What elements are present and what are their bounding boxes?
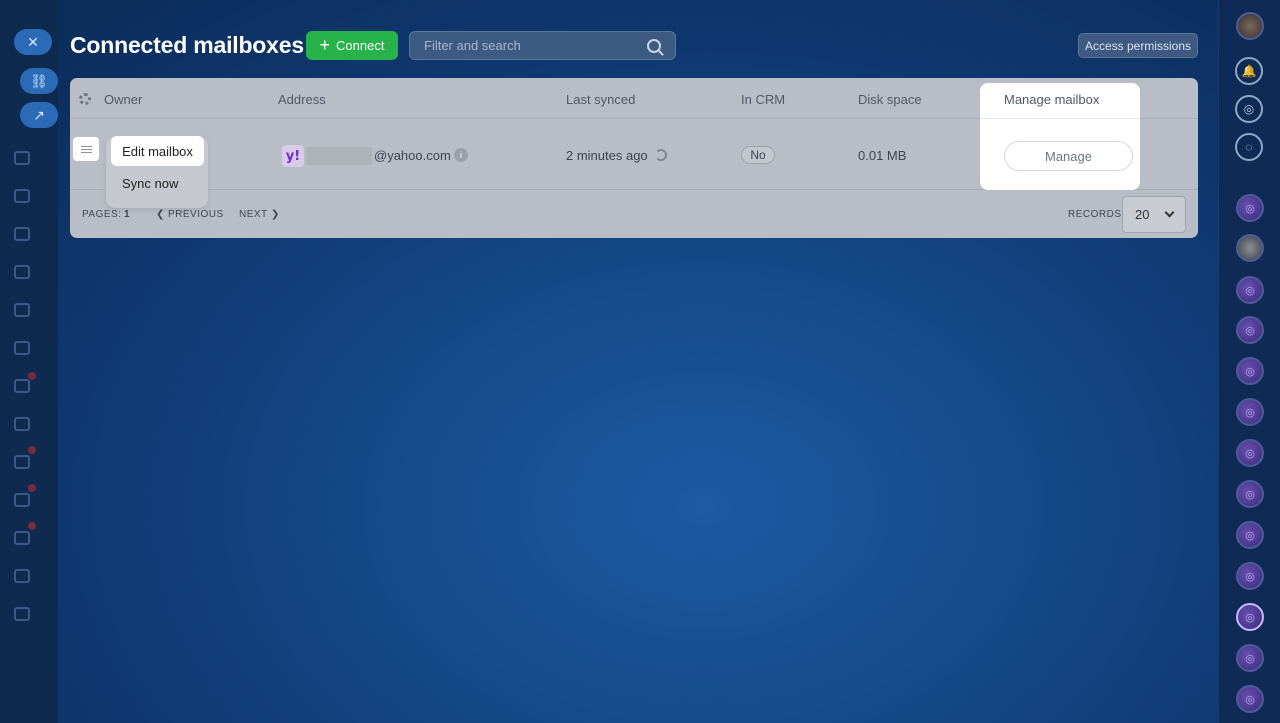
left-sidebar: ✕ ⛓ ↗ (0, 0, 58, 723)
chat-avatar[interactable]: ◎ (1236, 562, 1264, 590)
records-select[interactable]: 20 (1122, 196, 1186, 233)
drive-icon (14, 341, 30, 355)
user-avatar[interactable] (1236, 12, 1264, 40)
sites-icon (14, 569, 30, 583)
sidebar-item[interactable] (14, 300, 58, 320)
bell-icon[interactable]: 🔔 (1235, 57, 1263, 85)
notification-badge (28, 446, 36, 454)
sidebar-item[interactable] (14, 224, 58, 244)
nav-icon (14, 189, 30, 203)
column-header-address[interactable]: Address (278, 92, 326, 107)
copilot-icon[interactable]: ◎ (1235, 95, 1263, 123)
column-header-manage-mailbox: Manage mailbox (1004, 92, 1100, 107)
column-header-owner[interactable]: Owner (104, 92, 142, 107)
notification-badge (28, 372, 36, 380)
close-panel-button[interactable]: ✕ (14, 29, 52, 55)
column-header-in-crm[interactable]: In CRM (741, 92, 785, 107)
grid-footer: PAGES: 1 ❮ PREVIOUS NEXT ❯ RECORDS: 20 (70, 190, 1198, 238)
notification-badge (28, 522, 36, 530)
info-icon[interactable]: i (454, 148, 468, 162)
users-icon (14, 417, 30, 431)
document-icon (14, 265, 30, 279)
search-box[interactable] (409, 31, 676, 60)
sidebar-item[interactable] (14, 186, 58, 206)
notification-badge (28, 484, 36, 492)
copy-link-button[interactable]: ⛓ (20, 68, 58, 94)
feed-icon (14, 151, 30, 165)
chat-avatar[interactable]: ◎ (1236, 276, 1264, 304)
divider (980, 118, 1140, 119)
column-header-disk-space[interactable]: Disk space (858, 92, 922, 107)
manage-button[interactable]: Manage (1004, 141, 1133, 171)
chevron-down-icon (1164, 207, 1175, 218)
yahoo-logo: y! (282, 145, 304, 167)
right-sidebar: 🔔 ◎ ◌ ◎ ◎ ◎ ◎ ◎ ◎ ◎ ◎ ◎ ◎ ◎ ◎ (1218, 0, 1280, 723)
column-header-last-synced[interactable]: Last synced (566, 92, 635, 107)
search-input[interactable] (424, 38, 647, 53)
chat-avatar[interactable]: ◎ (1236, 480, 1264, 508)
gear-icon[interactable] (79, 93, 91, 105)
records-value: 20 (1135, 207, 1150, 222)
calendar-icon (14, 227, 30, 241)
chat-avatar[interactable]: ◎ (1236, 644, 1264, 672)
board-icon (14, 303, 30, 317)
page-title: Connected mailboxes (70, 32, 304, 58)
sidebar-item[interactable] (14, 452, 58, 472)
chat-avatar[interactable]: ◎ (1236, 194, 1264, 222)
chat-avatar[interactable] (1236, 234, 1264, 262)
menu-item-edit-mailbox[interactable]: Edit mailbox (111, 136, 204, 166)
chevron-right-icon: ❯ (271, 209, 280, 220)
row-menu-button[interactable] (73, 137, 99, 161)
chat-icon[interactable]: ◌ (1235, 133, 1263, 161)
link-icon: ⛓ (30, 72, 48, 89)
next-page-link[interactable]: NEXT (239, 209, 268, 220)
external-link-icon: ↗ (33, 106, 45, 123)
crm-icon (14, 493, 30, 507)
in-crm-badge: No (741, 146, 775, 164)
chat-avatar[interactable]: ◎ (1236, 316, 1264, 344)
sidebar-item[interactable] (14, 490, 58, 510)
chevron-left-icon: ❮ (156, 209, 165, 220)
connect-button[interactable]: + Connect (306, 31, 398, 60)
sidebar-item[interactable] (14, 414, 58, 434)
sidebar-item[interactable] (14, 338, 58, 358)
menu-icon (80, 145, 92, 147)
chat-avatar[interactable]: ◎ (1236, 603, 1264, 631)
sidebar-item[interactable] (14, 566, 58, 586)
sidebar-item[interactable] (14, 528, 58, 548)
close-icon: ✕ (27, 33, 39, 50)
sidebar-item[interactable] (14, 376, 58, 396)
sidebar-item[interactable] (14, 262, 58, 282)
records-label: RECORDS: (1068, 209, 1125, 220)
pages-label: PAGES: (82, 209, 122, 220)
previous-page-link[interactable]: PREVIOUS (168, 209, 224, 220)
disk-space-value: 0.01 MB (858, 148, 907, 163)
chat-avatar[interactable]: ◎ (1236, 521, 1264, 549)
sidebar-item[interactable] (14, 604, 58, 624)
menu-item-sync-now[interactable]: Sync now (122, 176, 178, 191)
chat-avatar[interactable]: ◎ (1236, 439, 1264, 467)
chat-avatar[interactable]: ◎ (1236, 398, 1264, 426)
mailbox-address: @yahoo.com (374, 148, 451, 163)
chat-avatar[interactable]: ◎ (1236, 357, 1264, 385)
open-new-window-button[interactable]: ↗ (20, 102, 58, 128)
search-icon[interactable] (647, 38, 661, 53)
chat-avatar[interactable]: ◎ (1236, 685, 1264, 713)
automation-icon (14, 607, 30, 621)
plus-icon: + (319, 34, 331, 55)
sync-icon[interactable] (655, 149, 667, 161)
pages-value: 1 (124, 209, 131, 220)
sidebar-item[interactable] (14, 148, 58, 168)
shop-icon (14, 531, 30, 545)
manage-mailbox-column: Manage mailbox Manage (980, 83, 1140, 190)
last-synced-value: 2 minutes ago (566, 148, 648, 163)
access-permissions-button[interactable]: Access permissions (1078, 33, 1198, 58)
tasks-icon (14, 455, 30, 469)
address-redacted (306, 147, 372, 165)
connect-label: Connect (336, 38, 385, 53)
mail-icon (14, 379, 30, 393)
